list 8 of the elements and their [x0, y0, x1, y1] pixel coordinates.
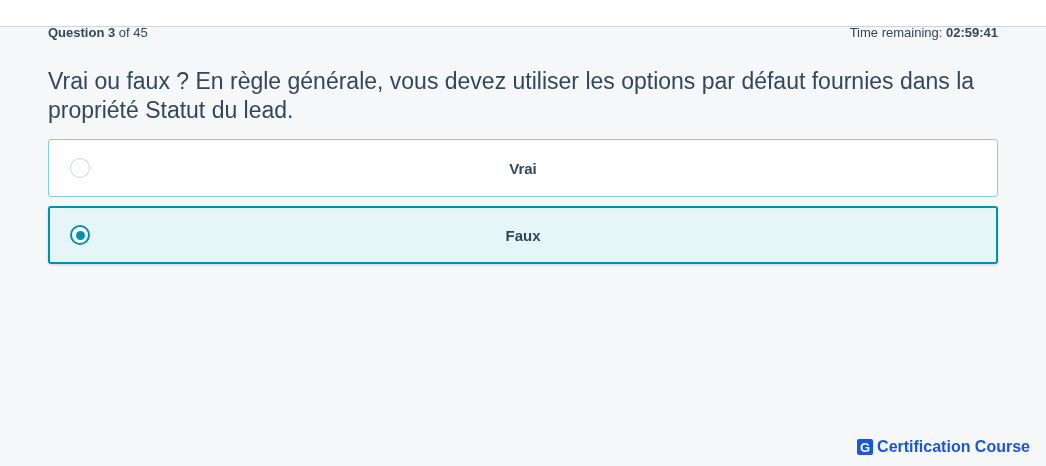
question-counter: Question 3 of 45 — [48, 26, 148, 41]
answer-option[interactable]: Faux — [48, 206, 998, 264]
question-text: Vrai ou faux ? En règle générale, vous devez utiliser les options par défaut fournies dans la propriété Statut du lead. — [48, 67, 976, 125]
brand-name: Certification Course — [877, 438, 1030, 456]
radio-button[interactable] — [70, 225, 90, 245]
time-remaining: Time remaining: 02:59:41 — [849, 26, 998, 41]
logo-icon: G — [857, 439, 874, 455]
answer-option[interactable]: Vrai — [48, 139, 998, 197]
